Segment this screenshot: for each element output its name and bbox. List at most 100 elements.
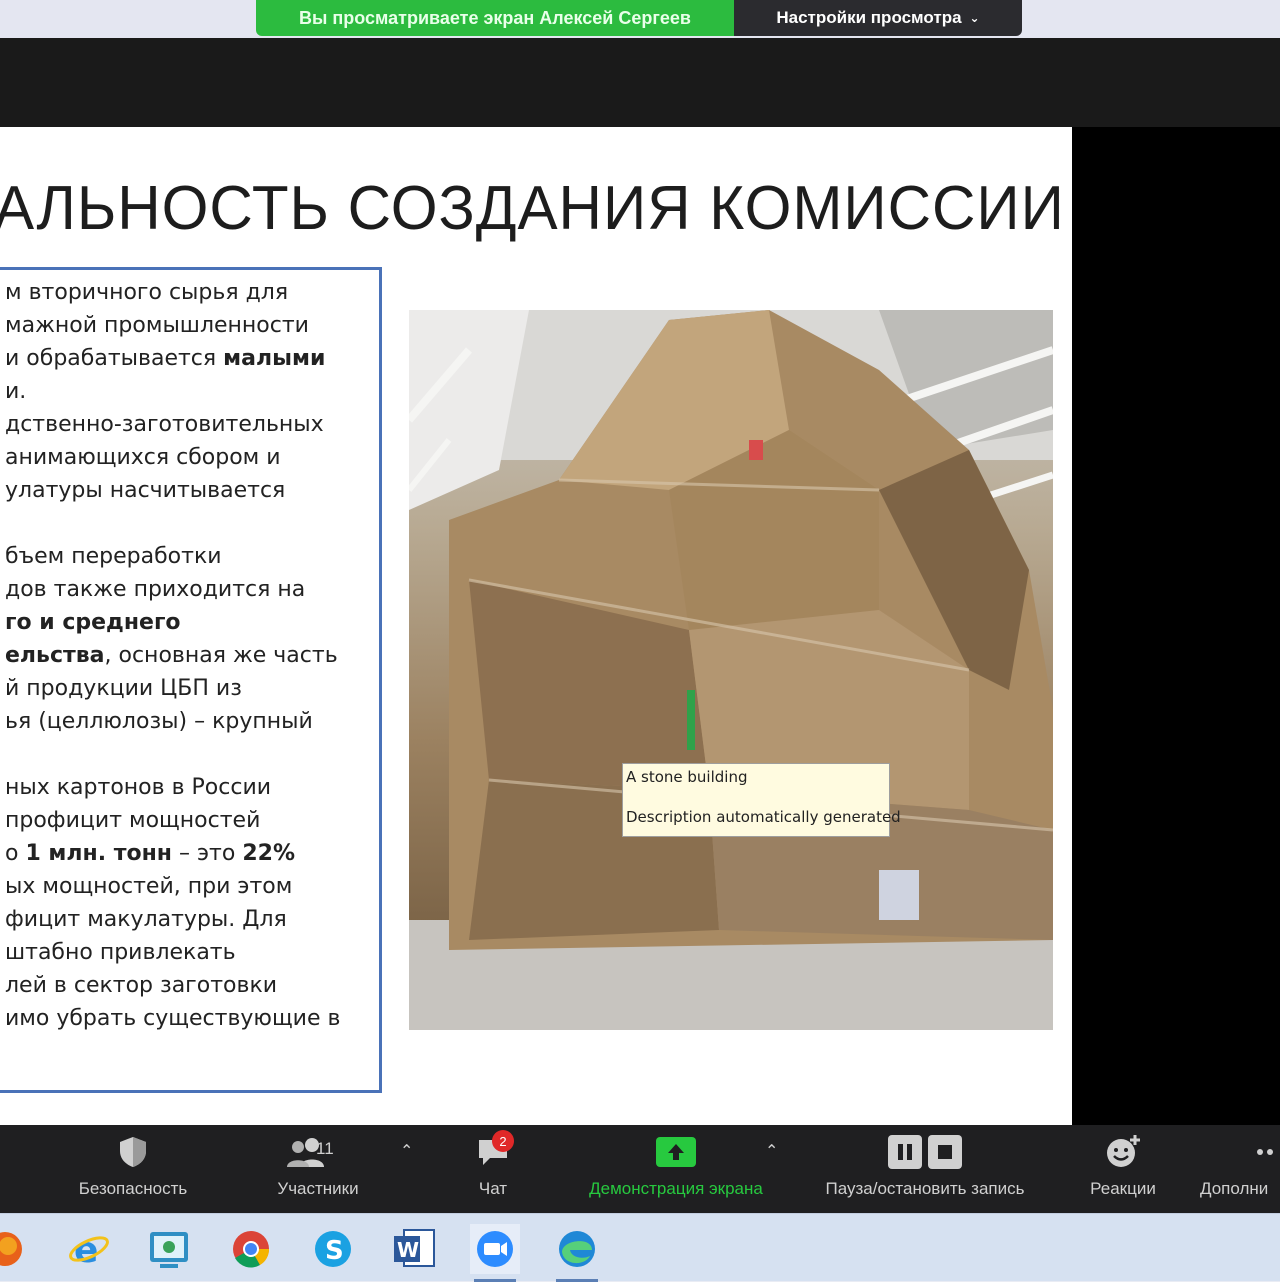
slide-text-bold: го и среднего [5,610,181,635]
participants-label: Участники [277,1179,359,1198]
slide-text-line: анимающихся сбором и [5,441,375,474]
windows-taskbar: e S W [0,1213,1280,1282]
stop-icon [928,1135,962,1169]
slide-text-line: ельства, основная же часть [5,639,375,672]
slide-text-span: лей в сектор заготовки [5,973,278,998]
slide-text-line: мажной промышленности [5,309,375,342]
slide-text-span: – это [172,841,243,866]
slide-text-line: и. [5,375,375,408]
tooltip-line-1: A stone building [626,768,748,786]
slide-text-span: ных картонов в России [5,775,272,800]
slide-text-line: улатуры насчитывается [5,474,375,507]
screen-padding [1072,127,1280,1125]
view-options-button[interactable]: Настройки просмотра ⌄ [734,0,1022,36]
paper-bales-photo [409,310,1053,1030]
slide-text-span: ья (целлюлозы) – крупный [5,709,313,734]
slide-text-box: м вторичного сырья для мажной промышленно… [0,267,382,1093]
slide-text-bold: 22% [242,841,296,866]
slide-text-span: ых мощностей, при этом [5,874,293,899]
screen-sharing-indicator: Вы просматриваете экран Алексей Сергеев [256,0,734,36]
slide-text-line [5,738,375,771]
zoom-icon[interactable] [470,1224,520,1282]
screen-sharing-text: Вы просматриваете экран Алексей Сергеев [299,7,691,28]
slide-text-span: анимающихся сбором и [5,445,281,470]
slide-title: АЛЬНОСТЬ СОЗДАНИЯ КОМИССИИ [0,174,1065,243]
slide-text-span: и. [5,379,27,404]
word-icon[interactable]: W [390,1224,440,1274]
slide-text-line: м вторичного сырья для [5,276,375,309]
security-button[interactable]: Безопасность [68,1125,198,1213]
slide-text-line: ья (целлюлозы) – крупный [5,705,375,738]
share-screen-icon [656,1125,696,1179]
slide-text-span: м вторичного сырья для [5,280,289,305]
slide-text-bold: 1 млн. тонн [25,841,172,866]
skype-icon[interactable]: S [308,1224,358,1274]
more-label: Дополни [1200,1179,1269,1198]
chrome-icon[interactable] [226,1224,276,1274]
image-alt-text-tooltip: A stone building Description automatical… [622,763,901,837]
paper-bales-image [409,310,1053,1030]
slide-text-span: бъем переработки [5,544,222,569]
security-label: Безопасность [78,1179,188,1198]
slide-text-line: ных картонов в России [5,771,375,804]
slide-text-line: фицит макулатуры. Для [5,903,375,936]
shield-icon [117,1125,149,1179]
firefox-icon[interactable] [0,1224,30,1274]
more-dots-icon [1256,1125,1280,1179]
slide-text-line: лей в сектор заготовки [5,969,375,1002]
slide-text-line: дов также приходится на [5,573,375,606]
slide-text-span: имо убрать существующие в [5,1006,341,1031]
slide-text-line: бъем переработки [5,540,375,573]
tooltip-line-2: Description automatically generated [626,808,901,826]
smiley-icon [1105,1125,1141,1179]
chat-label: Чат [478,1179,508,1198]
slide-text-line: штабно привлекать [5,936,375,969]
slide-text-span: дственно-заготовительных [5,412,324,437]
participants-caret-icon[interactable]: ⌃ [400,1141,413,1161]
slide-text-span: дов также приходится на [5,577,306,602]
slide-text-bold: ельства [5,643,105,668]
svg-text:e: e [74,1230,98,1271]
participants-count: 11 [316,1139,334,1158]
shared-screen: АЛЬНОСТЬ СОЗДАНИЯ КОМИССИИ м вторичного … [0,38,1280,1125]
slide-text-bold: малыми [223,346,326,371]
view-options-label: Настройки просмотра [776,8,962,27]
internet-explorer-icon[interactable]: e [64,1224,114,1274]
slide-text-span: профицит мощностей [5,808,261,833]
slide-text-span: и обрабатывается [5,346,224,371]
slide-text-line: й продукции ЦБП из [5,672,375,705]
participants-icon: 11 [268,1125,368,1179]
svg-text:S: S [325,1236,344,1266]
share-caret-icon[interactable]: ⌃ [765,1141,778,1161]
share-screen-label: Демонстрация экрана [589,1179,763,1198]
reactions-label: Реакции [1090,1179,1156,1198]
chat-unread-badge: 2 [492,1130,514,1152]
top-banner: Вы просматриваете экран Алексей Сергеев … [0,0,1280,38]
slide-text-line: профицит мощностей [5,804,375,837]
pause-stop-record-button[interactable]: Пауза/остановить запись [805,1125,1045,1213]
slide-text-span: штабно привлекать [5,940,236,965]
slide-text-span: й продукции ЦБП из [5,676,242,701]
slide-text-line: и обрабатывается малыми [5,342,375,375]
more-button[interactable]: Дополни [1200,1125,1280,1213]
share-screen-button[interactable]: Демонстрация экрана [572,1125,780,1213]
participants-button[interactable]: 11 Участники [268,1125,368,1213]
slide-text-line: имо убрать существующие в [5,1002,375,1035]
slide-text-span: улатуры насчитывается [5,478,286,503]
slide-text-span: фицит макулатуры. Для [5,907,287,932]
chat-icon: 2 [468,1125,518,1179]
slide-text-span: , основная же часть [104,643,338,668]
screen-capture-icon[interactable] [144,1224,194,1274]
chat-button[interactable]: 2 Чат [468,1125,518,1213]
slide-text-body: м вторичного сырья для мажной промышленно… [5,276,375,1035]
edge-icon[interactable] [552,1224,602,1282]
presentation-slide: АЛЬНОСТЬ СОЗДАНИЯ КОМИССИИ м вторичного … [0,127,1072,1125]
slide-text-span: мажной промышленности [5,313,309,338]
pause-icon [888,1135,922,1169]
meeting-toolbar: Безопасность 11 Участники ⌃ 2 Чат Демонс… [0,1125,1280,1213]
slide-text-line: ых мощностей, при этом [5,870,375,903]
slide-text-span: о [5,841,26,866]
chevron-down-icon: ⌄ [969,11,980,25]
reactions-button[interactable]: Реакции [1082,1125,1164,1213]
slide-text-line: го и среднего [5,606,375,639]
